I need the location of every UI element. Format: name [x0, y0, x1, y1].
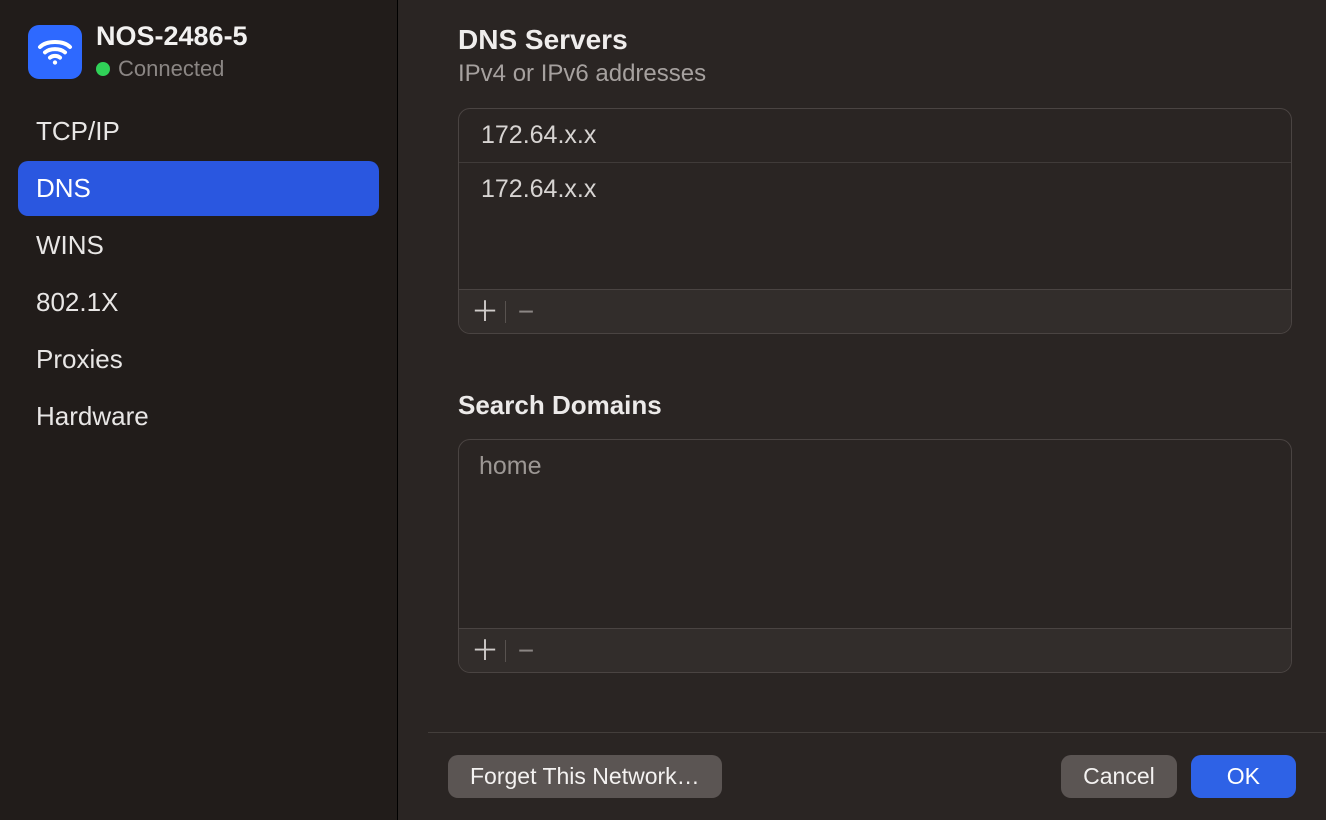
minus-icon: − — [518, 298, 534, 326]
domains-list-footer: ＋ − — [459, 628, 1291, 672]
main-panel: DNS Servers IPv4 or IPv6 addresses 172.6… — [398, 0, 1326, 820]
domains-add-button[interactable]: ＋ — [467, 633, 503, 669]
search-domains-rows[interactable]: home — [459, 440, 1291, 628]
forget-network-button[interactable]: Forget This Network… — [448, 755, 722, 798]
tab-dns[interactable]: DNS — [18, 161, 379, 216]
cancel-button[interactable]: Cancel — [1061, 755, 1177, 798]
status-label: Connected — [118, 56, 224, 82]
dns-add-button[interactable]: ＋ — [467, 294, 503, 330]
search-domains-section: Search Domains home ＋ − — [458, 390, 1292, 673]
plus-icon: ＋ — [471, 637, 499, 665]
sidebar-tabs: TCP/IP DNS WINS 802.1X Proxies Hardware — [18, 104, 379, 444]
wifi-icon — [28, 25, 82, 79]
tab-tcpip[interactable]: TCP/IP — [18, 104, 379, 159]
dns-servers-section: DNS Servers IPv4 or IPv6 addresses 172.6… — [458, 24, 1292, 334]
ok-button[interactable]: OK — [1191, 755, 1296, 798]
minus-icon: − — [518, 637, 534, 665]
network-info: NOS-2486-5 Connected — [96, 22, 248, 82]
network-header: NOS-2486-5 Connected — [28, 22, 379, 82]
search-domains-title: Search Domains — [458, 390, 1292, 421]
domains-remove-button[interactable]: − — [508, 633, 544, 669]
search-domains-list: home ＋ − — [458, 439, 1292, 673]
dns-list-footer: ＋ − — [459, 289, 1291, 333]
tab-8021x[interactable]: 802.1X — [18, 275, 379, 330]
main-content: DNS Servers IPv4 or IPv6 addresses 172.6… — [398, 0, 1326, 732]
dns-server-row[interactable]: 172.64.x.x — [459, 162, 1291, 216]
bottom-bar: Forget This Network… Cancel OK — [428, 732, 1326, 820]
dns-section-title: DNS Servers — [458, 24, 1292, 56]
divider — [505, 301, 506, 323]
network-name: NOS-2486-5 — [96, 22, 248, 52]
dns-servers-list: 172.64.x.x 172.64.x.x ＋ − — [458, 108, 1292, 334]
tab-proxies[interactable]: Proxies — [18, 332, 379, 387]
status-dot-icon — [96, 62, 110, 76]
dns-section-subtitle: IPv4 or IPv6 addresses — [458, 60, 1292, 88]
dns-server-row[interactable]: 172.64.x.x — [459, 109, 1291, 162]
dns-servers-rows[interactable]: 172.64.x.x 172.64.x.x — [459, 109, 1291, 289]
tab-hardware[interactable]: Hardware — [18, 389, 379, 444]
sidebar: NOS-2486-5 Connected TCP/IP DNS WINS 802… — [0, 0, 398, 820]
tab-wins[interactable]: WINS — [18, 218, 379, 273]
network-status: Connected — [96, 56, 248, 82]
divider — [505, 640, 506, 662]
dns-remove-button[interactable]: − — [508, 294, 544, 330]
plus-icon: ＋ — [471, 298, 499, 326]
search-domain-row[interactable]: home — [459, 440, 1291, 493]
